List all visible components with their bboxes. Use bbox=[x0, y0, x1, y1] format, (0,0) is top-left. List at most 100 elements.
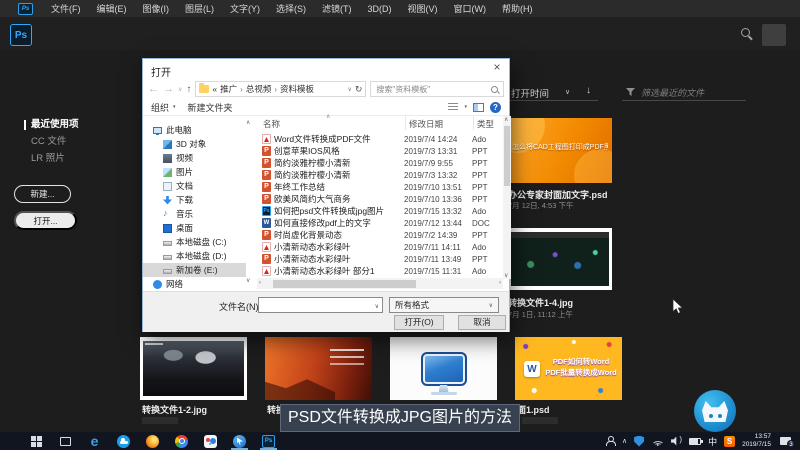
people-icon[interactable] bbox=[606, 436, 615, 446]
tree-item[interactable]: 本地磁盘 (D:) bbox=[143, 249, 246, 263]
tree-item[interactable]: 音乐 bbox=[143, 207, 246, 221]
sidebar-item[interactable]: LR 照片 bbox=[31, 154, 79, 164]
scroll-up-icon[interactable]: ∧ bbox=[504, 116, 508, 123]
tree-item[interactable]: 网络 bbox=[143, 277, 246, 291]
scrollbar-thumb[interactable] bbox=[504, 126, 510, 186]
taskbar-app-button[interactable] bbox=[80, 432, 109, 450]
sort-direction-icon[interactable]: ↓ bbox=[586, 85, 591, 96]
breadcrumb-item[interactable]: 推广 bbox=[220, 83, 237, 95]
shield-icon[interactable] bbox=[634, 436, 644, 447]
tree-item[interactable]: 图片 bbox=[143, 165, 246, 179]
recent-file-tile[interactable] bbox=[140, 337, 247, 400]
breadcrumb-item[interactable]: 总视频 bbox=[246, 83, 272, 95]
file-row[interactable]: 创意苹果IOS风格 2019/7/3 13:31 PPT bbox=[257, 145, 503, 157]
ime-indicator[interactable]: 中 bbox=[708, 435, 717, 448]
menu-item[interactable]: 3D(D) bbox=[360, 4, 400, 14]
organize-button[interactable]: 组织 bbox=[151, 101, 169, 114]
forward-icon[interactable]: → bbox=[163, 84, 174, 95]
recent-file-tile[interactable] bbox=[508, 228, 612, 290]
view-chevron-icon[interactable]: ▾ bbox=[464, 104, 467, 110]
open-button[interactable]: 打开... bbox=[14, 211, 77, 230]
hidden-icons-chevron-icon[interactable]: ∧ bbox=[622, 437, 627, 445]
taskbar-app-button[interactable] bbox=[167, 432, 196, 450]
notification-icon[interactable]: 3 bbox=[780, 436, 794, 447]
menu-item[interactable]: 文件(F) bbox=[43, 2, 89, 15]
recent-file-tile[interactable] bbox=[265, 337, 372, 400]
horizontal-scrollbar[interactable]: ‹ › bbox=[257, 278, 503, 289]
menu-item[interactable]: 帮助(H) bbox=[494, 2, 541, 15]
file-row[interactable]: Word文件转换成PDF文件 2019/7/4 14:24 Ado bbox=[257, 133, 503, 145]
column-header-name[interactable]: 名称 bbox=[263, 118, 280, 130]
search-icon[interactable] bbox=[741, 28, 750, 37]
tree-item[interactable]: 下载 bbox=[143, 193, 246, 207]
sidebar-item[interactable]: CC 文件 bbox=[31, 137, 79, 147]
wifi-icon[interactable] bbox=[651, 436, 664, 446]
menu-item[interactable]: 图像(I) bbox=[135, 2, 178, 15]
recent-file-tile[interactable] bbox=[390, 337, 497, 400]
filter-input[interactable]: 筛选最近的文件 bbox=[641, 86, 704, 99]
dialog-open-button[interactable]: 打开(O) bbox=[394, 315, 444, 330]
vertical-scrollbar[interactable]: ∧ ∨ bbox=[503, 116, 511, 279]
tree-scroll-down-icon[interactable]: ∨ bbox=[246, 277, 250, 284]
menu-item[interactable]: 编辑(E) bbox=[89, 2, 135, 15]
scrollbar-thumb[interactable] bbox=[273, 280, 416, 288]
column-header-date[interactable]: 修改日期 bbox=[409, 118, 443, 130]
address-bar[interactable]: « 推广 › 总视频 › 资料模板 ∨ ↻ bbox=[195, 81, 366, 97]
battery-icon[interactable] bbox=[689, 438, 701, 445]
sidebar-item[interactable]: 最近使用项 bbox=[31, 120, 79, 130]
tree-item[interactable]: 文档 bbox=[143, 179, 246, 193]
list-view-icon[interactable] bbox=[448, 103, 458, 111]
dialog-search-box[interactable]: 搜索"资料模板" bbox=[370, 81, 504, 97]
file-row[interactable]: 如何把psd文件转换成jpg图片 2019/7/15 13:32 Ado bbox=[257, 205, 503, 217]
taskbar-app-button[interactable] bbox=[51, 432, 80, 450]
dialog-cancel-button[interactable]: 取消 bbox=[458, 315, 506, 330]
scroll-down-icon[interactable]: ∨ bbox=[504, 272, 508, 279]
menu-item[interactable]: 窗口(W) bbox=[446, 2, 495, 15]
file-row[interactable]: 小清新动态水彩绿叶 2019/7/11 14:11 Ado bbox=[257, 241, 503, 253]
profile-box[interactable] bbox=[762, 24, 786, 46]
filetype-select[interactable]: 所有格式 ∨ bbox=[389, 297, 499, 313]
recent-file-tile[interactable]: 怎么将CAD工程图打印成PDF黑白的 bbox=[508, 118, 612, 183]
back-icon[interactable]: ← bbox=[148, 84, 159, 95]
menu-item[interactable]: 滤镜(T) bbox=[314, 2, 360, 15]
menu-item[interactable]: 视图(V) bbox=[400, 2, 446, 15]
close-icon[interactable]: × bbox=[489, 60, 505, 75]
recent-file-tile[interactable]: W PDF如何转Word PDF批量转换成Word bbox=[515, 337, 622, 400]
preview-pane-icon[interactable] bbox=[473, 103, 484, 112]
column-header-type[interactable]: 类型 bbox=[477, 118, 494, 130]
sort-dropdown[interactable]: 打开时间 bbox=[511, 86, 549, 100]
taskbar-app-button[interactable] bbox=[225, 432, 254, 450]
menu-item[interactable]: 文字(Y) bbox=[222, 2, 268, 15]
scroll-left-icon[interactable]: ‹ bbox=[259, 280, 261, 286]
sogou-icon[interactable] bbox=[724, 436, 735, 447]
tree-item[interactable]: 桌面 bbox=[143, 221, 246, 235]
tree-scroll-up-icon[interactable]: ∧ bbox=[246, 119, 250, 126]
new-folder-button[interactable]: 新建文件夹 bbox=[188, 101, 233, 114]
volume-icon[interactable] bbox=[671, 437, 682, 446]
address-chevron-icon[interactable]: ∨ bbox=[347, 86, 351, 93]
filename-input[interactable]: ∨ bbox=[258, 297, 383, 313]
breadcrumb-item[interactable]: 资料模板 bbox=[280, 83, 314, 95]
new-button[interactable]: 新建... bbox=[14, 185, 71, 203]
tree-item[interactable]: 3D 对象 bbox=[143, 137, 246, 151]
taskbar-app-button[interactable] bbox=[196, 432, 225, 450]
scroll-right-icon[interactable]: › bbox=[499, 280, 501, 286]
tree-item[interactable]: 视频 bbox=[143, 151, 246, 165]
help-icon[interactable]: ? bbox=[490, 102, 501, 113]
file-row[interactable]: 小清新动态水彩绿叶 2019/7/11 13:49 PPT bbox=[257, 253, 503, 265]
file-row[interactable]: 如何直接修改pdf上的文字 2019/7/12 13:44 DOC bbox=[257, 217, 503, 229]
tree-item[interactable]: 此电脑 bbox=[143, 123, 246, 137]
file-row[interactable]: 年终工作总结 2019/7/10 13:51 PPT bbox=[257, 181, 503, 193]
history-chevron-icon[interactable]: ∨ bbox=[178, 86, 182, 93]
taskbar-clock[interactable]: 13:57 2019/7/15 bbox=[742, 433, 771, 449]
taskbar-app-button[interactable] bbox=[138, 432, 167, 450]
up-icon[interactable]: ↑ bbox=[186, 84, 191, 95]
chevron-down-icon[interactable]: ∨ bbox=[375, 303, 379, 310]
menu-item[interactable]: 图层(L) bbox=[177, 2, 222, 15]
taskbar-app-button[interactable] bbox=[109, 432, 138, 450]
chevron-down-icon[interactable]: ∨ bbox=[565, 88, 570, 96]
refresh-icon[interactable]: ↻ bbox=[355, 84, 363, 94]
taskbar-app-button[interactable] bbox=[254, 432, 283, 450]
tree-item[interactable]: 新加卷 (E:) bbox=[143, 263, 246, 277]
taskbar-app-button[interactable] bbox=[22, 432, 51, 450]
